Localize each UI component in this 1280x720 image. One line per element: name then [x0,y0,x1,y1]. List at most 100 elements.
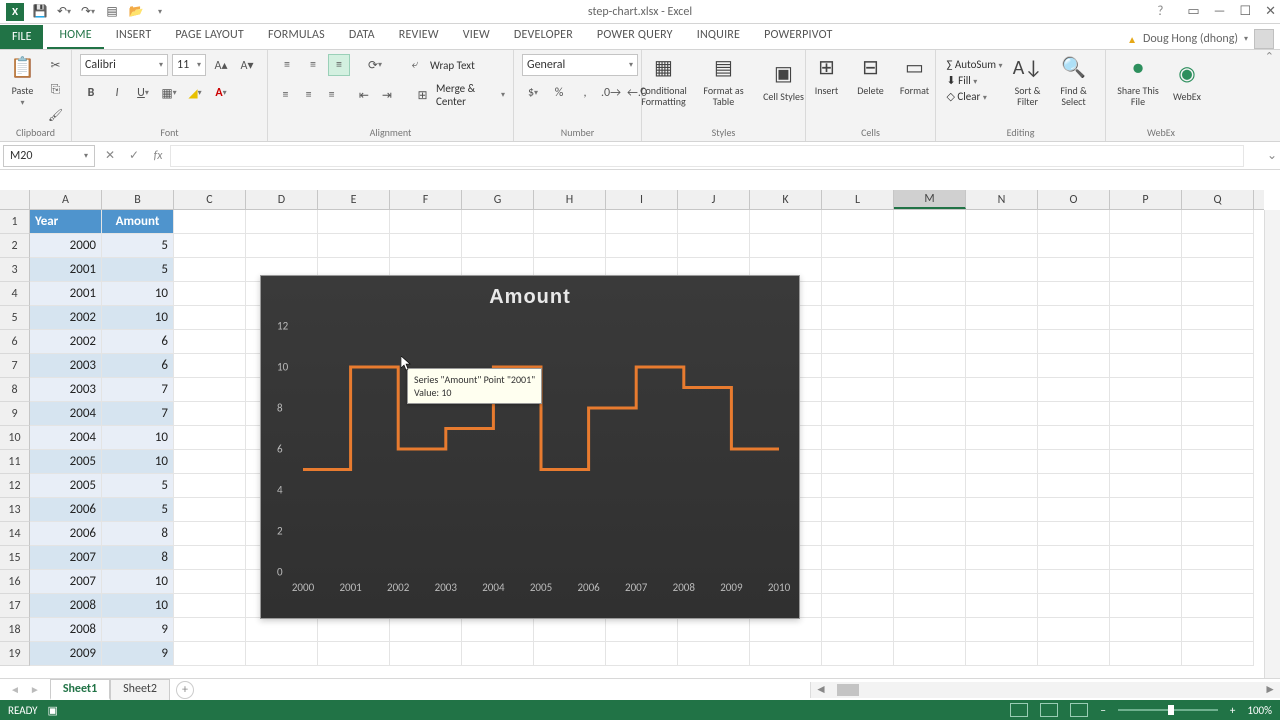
user-area[interactable]: ▲ Doug Hong (dhong) ▾ [1127,29,1280,49]
cell[interactable] [822,642,894,666]
merge-center-button[interactable]: Merge & Center [436,82,497,108]
cell[interactable] [822,378,894,402]
cell[interactable] [966,306,1038,330]
cell[interactable] [174,594,246,618]
cell[interactable] [966,210,1038,234]
page-layout-view-icon[interactable] [1040,703,1058,717]
name-box[interactable]: M20▾ [3,145,95,167]
column-header[interactable]: K [750,190,822,209]
minimize-icon[interactable]: — [1214,4,1226,19]
cell[interactable]: 2001 [30,282,102,306]
cell[interactable] [966,282,1038,306]
cell[interactable] [1110,234,1182,258]
cell[interactable] [1110,402,1182,426]
delete-cells-button[interactable]: ⊟Delete [851,54,891,96]
zoom-slider[interactable] [1118,709,1218,711]
cell[interactable] [966,522,1038,546]
cell[interactable] [1038,474,1110,498]
cell[interactable] [1038,570,1110,594]
cell[interactable] [606,642,678,666]
cell[interactable] [894,234,966,258]
cell[interactable] [1110,450,1182,474]
cell[interactable] [534,234,606,258]
wrap-text-button[interactable]: Wrap Text [430,59,475,72]
row-header[interactable]: 5 [0,306,30,330]
currency-icon[interactable]: $▾ [522,82,544,104]
column-header[interactable]: Q [1182,190,1254,209]
cell-styles-button[interactable]: ▣Cell Styles [756,60,812,102]
row-header[interactable]: 1 [0,210,30,234]
row-header[interactable]: 10 [0,426,30,450]
cell[interactable] [1182,450,1254,474]
increase-font-icon[interactable]: A▴ [210,54,232,76]
cell[interactable] [534,618,606,642]
row-header[interactable]: 19 [0,642,30,666]
column-header[interactable]: D [246,190,318,209]
cell[interactable] [1110,426,1182,450]
cell[interactable] [318,618,390,642]
zoom-in-button[interactable]: + [1230,704,1235,717]
cell[interactable] [174,546,246,570]
cell[interactable] [462,210,534,234]
cell[interactable] [318,234,390,258]
cell[interactable] [822,306,894,330]
cell[interactable] [1182,258,1254,282]
cell[interactable] [318,210,390,234]
tab-powerpivot[interactable]: POWERPIVOT [752,23,844,49]
cell[interactable] [894,522,966,546]
cell[interactable]: 2009 [30,642,102,666]
cell[interactable] [678,642,750,666]
row-header[interactable]: 16 [0,570,30,594]
cell[interactable] [894,258,966,282]
cell[interactable]: 10 [102,450,174,474]
cell[interactable] [1182,474,1254,498]
cell[interactable] [390,234,462,258]
cell[interactable] [822,594,894,618]
cell[interactable] [1110,642,1182,666]
cell[interactable] [1110,570,1182,594]
copy-icon[interactable]: ⎘ [45,79,67,101]
cell[interactable] [1038,498,1110,522]
cell[interactable]: 2005 [30,474,102,498]
tab-home[interactable]: HOME [47,23,103,49]
cell[interactable] [390,210,462,234]
cell[interactable] [1182,618,1254,642]
cell[interactable] [1182,210,1254,234]
cell[interactable] [822,426,894,450]
cell[interactable] [174,402,246,426]
cell[interactable] [1038,258,1110,282]
help-icon[interactable]: ? [1157,4,1163,19]
cell[interactable]: 2006 [30,522,102,546]
cell[interactable]: 2008 [30,618,102,642]
cell[interactable] [174,210,246,234]
cell[interactable] [1110,594,1182,618]
collapse-ribbon-icon[interactable]: ⌃ [1265,50,1280,141]
find-select-button[interactable]: 🔍Find & Select [1053,54,1095,107]
row-header[interactable]: 17 [0,594,30,618]
cell[interactable] [1110,258,1182,282]
cell[interactable] [534,642,606,666]
align-center-icon[interactable]: ≡ [299,84,318,106]
cell[interactable]: 2003 [30,378,102,402]
cell[interactable] [966,474,1038,498]
cell[interactable] [894,330,966,354]
sheet-tab[interactable]: Sheet2 [110,679,170,700]
cell[interactable] [750,234,822,258]
sheet-nav-prev[interactable]: ◄ [10,683,20,696]
cell[interactable] [174,282,246,306]
cell[interactable] [966,258,1038,282]
cell[interactable]: 2003 [30,354,102,378]
normal-view-icon[interactable] [1010,703,1028,717]
italic-button[interactable]: I [106,82,128,104]
cell[interactable] [1182,330,1254,354]
cell[interactable]: 10 [102,426,174,450]
cell[interactable] [174,450,246,474]
font-name-combo[interactable]: Calibri▾ [80,54,168,76]
cell[interactable]: 7 [102,378,174,402]
cell[interactable] [894,354,966,378]
cell[interactable] [174,306,246,330]
chart[interactable]: Amount Series "Amount" Point "2001" Valu… [260,275,800,619]
sheet-tab[interactable]: Sheet1 [50,679,110,700]
cell[interactable] [606,210,678,234]
cell[interactable] [894,546,966,570]
